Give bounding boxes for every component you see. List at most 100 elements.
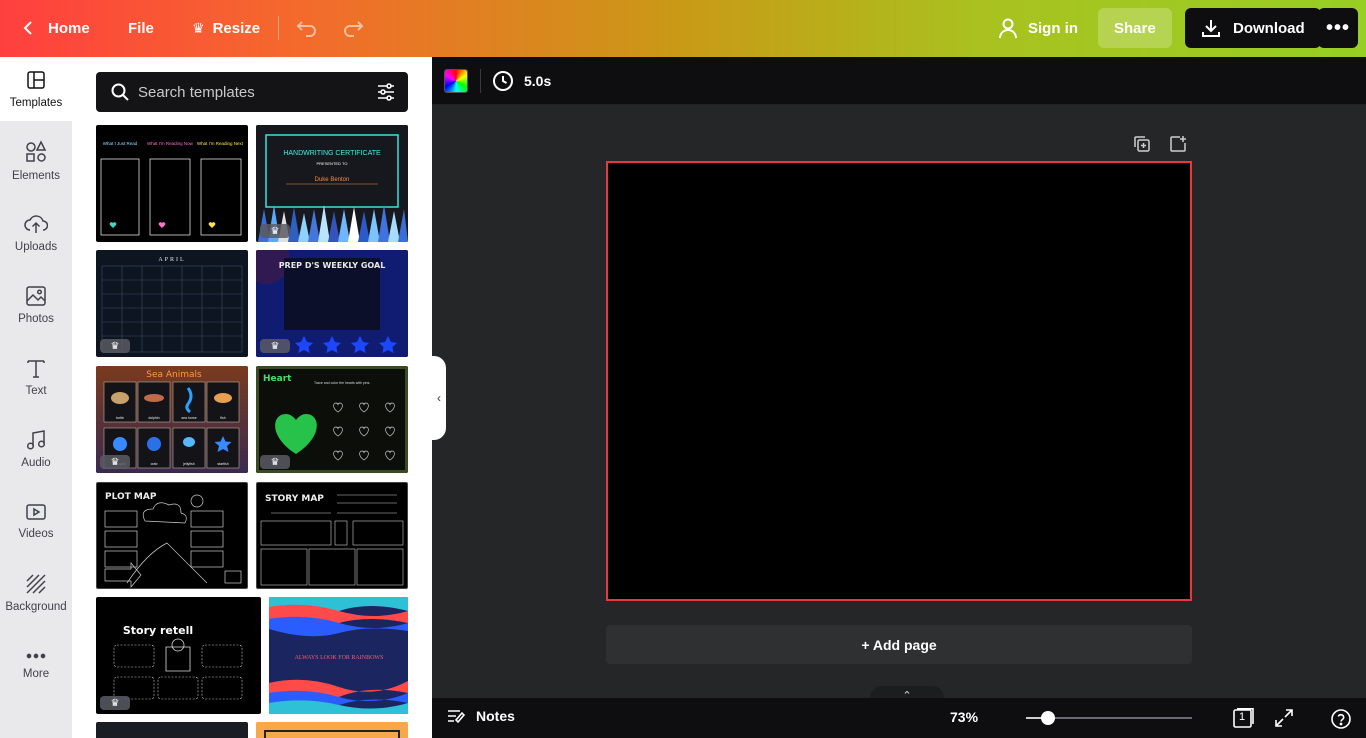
search-bar [96,72,408,112]
notes-label: Notes [476,708,515,724]
background-icon [26,574,46,594]
add-page-icon-button[interactable] [1168,134,1188,154]
rail-item-photos[interactable]: Photos [0,273,72,337]
template-text: sea horse [181,416,196,420]
template-card-partial-right[interactable] [256,722,408,738]
rail-label: More [22,668,50,680]
resize-label: Resize [212,19,261,37]
rail-item-text[interactable]: Text [0,345,72,409]
clock-icon [493,71,513,91]
duplicate-page-icon [1134,136,1150,152]
template-text: Duke Benton [315,177,350,183]
rail-label: Uploads [14,241,58,253]
resize-button[interactable]: ♛ Resize [180,8,272,48]
bottom-bar: Notes 73% 1 [432,698,1366,738]
undo-button[interactable] [288,8,326,48]
template-card-calendar[interactable]: APRIL ♛ [96,250,248,357]
collapse-panel-button[interactable]: ‹ [432,356,446,440]
more-options-button[interactable]: ••• [1318,8,1358,48]
design-page[interactable] [606,161,1192,601]
template-plot-map-preview: PLOT MAP [104,492,242,588]
more-dots-icon [26,653,46,659]
sign-in-button[interactable]: Sign in [986,8,1090,48]
rail-label: Background [5,601,67,613]
search-icon [110,82,130,107]
template-card-reading[interactable]: What I Just Read What I'm Reading Now Wh… [96,125,248,242]
template-text: PLOT MAP [105,492,157,502]
toolbar-divider [278,16,279,40]
premium-crown-badge: ♛ [260,339,290,353]
upload-icon [24,215,48,233]
top-bar: Home File ♛ Resize Sign in Share Downloa… [0,0,1366,57]
photo-icon [26,286,46,306]
template-reading-preview: What I Just Read What I'm Reading Now Wh… [100,141,244,236]
rail-label: Videos [18,528,54,540]
template-card-story-map[interactable]: STORY MAP [256,482,408,589]
undo-icon [296,21,316,37]
premium-crown-badge: ♛ [100,455,130,469]
home-button[interactable]: Home [10,8,102,48]
template-frame [264,730,400,738]
page-count-button[interactable]: 1 [1232,708,1254,733]
template-card-heart[interactable]: Heart Trace and color the hearts with pi… [256,366,408,473]
toolbar-divider [480,69,481,93]
rail-item-more[interactable]: More [0,633,72,697]
template-card-rainbows[interactable]: ALWAYS LOOK FOR RAINBOWS [269,597,408,714]
template-text: Trace and color the hearts with pins. [314,381,370,385]
template-text: PREP D'S WEEKLY GOAL [279,261,386,270]
template-text: dolphin [148,416,159,420]
duplicate-page-button[interactable] [1132,134,1152,154]
text-icon [27,360,45,378]
rail-item-videos[interactable]: Videos [0,489,72,553]
add-page-button[interactable]: + Add page [606,625,1192,664]
share-button[interactable]: Share [1098,8,1172,48]
redo-button[interactable] [334,8,372,48]
template-story-map-preview: STORY MAP [260,494,404,586]
rail-item-uploads[interactable]: Uploads [0,201,72,265]
duration-button[interactable]: 5.0s [492,67,551,95]
template-text: turtle [116,416,124,420]
page-count: 1 [1239,711,1246,723]
search-input[interactable] [138,72,368,112]
download-button[interactable]: Download [1185,8,1321,48]
download-icon [1202,20,1220,37]
fullscreen-button[interactable] [1274,708,1294,733]
premium-crown-badge: ♛ [100,339,130,353]
template-text: HANDWRITING CERTIFICATE [283,150,381,157]
add-page-icon [1170,136,1186,152]
crown-icon: ♛ [192,19,205,36]
template-card-sea-animals[interactable]: Sea Animals turtle dolphin sea horse fish … [96,366,248,473]
rail-label: Elements [12,170,60,182]
rail-item-templates[interactable]: Templates [0,57,72,121]
template-card-weekly-goal[interactable]: PREP D'S WEEKLY GOAL ♛ [256,250,408,357]
zoom-level[interactable]: 73% [950,709,978,725]
rail-item-elements[interactable]: Elements [0,129,72,193]
template-card-plot-map[interactable]: PLOT MAP [96,482,248,589]
template-text: Heart [263,374,292,384]
template-card-story-retell[interactable]: Story retell ♛ [96,597,261,714]
rail-item-audio[interactable]: Audio [0,417,72,481]
notes-icon [448,710,466,724]
file-menu-button[interactable]: File [116,8,166,48]
more-dots-icon: ••• [1325,16,1350,39]
notes-button[interactable]: Notes [446,707,515,725]
templates-icon [27,71,45,89]
color-picker-swatch[interactable] [444,69,468,93]
template-card-partial-left[interactable] [96,722,248,738]
template-text: APRIL [158,257,185,263]
music-note-icon [26,430,46,450]
zoom-slider-handle[interactable] [1041,711,1055,725]
filter-icon[interactable] [376,82,396,107]
template-card-certificate[interactable]: HANDWRITING CERTIFICATE PRESENTED TO Duk… [256,125,408,242]
user-icon [999,18,1017,39]
rail-item-background[interactable]: Background [0,561,72,625]
premium-crown-badge: ♛ [260,224,290,238]
share-label: Share [1114,19,1156,37]
zoom-slider[interactable] [1026,711,1192,725]
templates-panel: What I Just Read What I'm Reading Now Wh… [72,57,432,738]
help-button[interactable] [1330,708,1352,735]
chevron-left-icon [23,21,32,35]
fullscreen-icon [1275,709,1293,727]
template-text: What I'm Reading Next [197,141,244,146]
file-label: File [128,19,154,37]
